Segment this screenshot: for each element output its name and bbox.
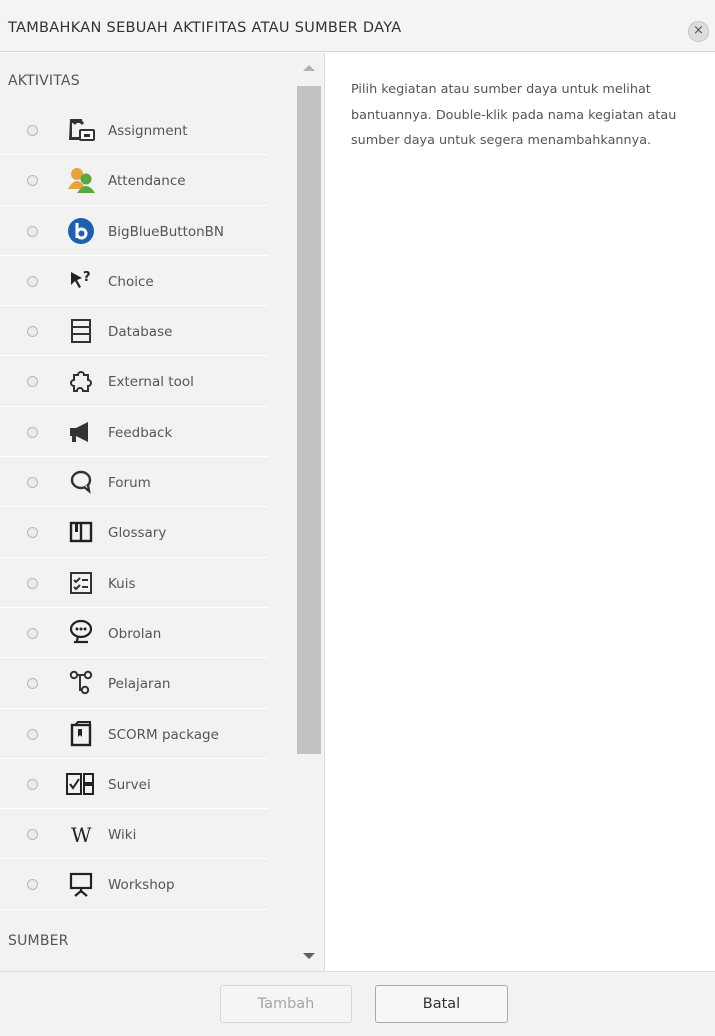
resources-section-label: SUMBER [8,933,69,949]
radio-button[interactable] [27,879,38,891]
module-database[interactable]: Database [0,306,268,357]
radio-button[interactable] [27,527,38,539]
radio-button[interactable] [27,275,38,287]
module-list-scrollbar[interactable] [296,53,322,971]
scroll-thumb[interactable] [297,86,321,754]
attendance-icon [64,165,98,195]
radio-button[interactable] [27,376,38,388]
radio-button[interactable] [27,627,38,639]
cancel-button[interactable]: Batal [375,985,508,1023]
module-label: BigBlueButtonBN [108,223,225,240]
bigbluebutton-icon [64,216,98,246]
module-feedback[interactable]: Feedback [0,407,268,458]
external-tool-icon [64,366,98,396]
database-icon [64,316,98,346]
module-label: Assignment [108,123,188,139]
dialog-title: TAMBAHKAN SEBUAH AKTIFITAS ATAU SUMBER D… [8,20,402,36]
module-chooser-pane: AKTIVITAS Assignment Attendance BigBlueB… [0,53,325,971]
workshop-icon [64,869,98,899]
svg-text:W: W [71,823,92,847]
module-forum[interactable]: Forum [0,457,268,508]
radio-button[interactable] [27,477,38,489]
survey-icon [64,769,98,799]
close-icon[interactable]: × [688,21,709,42]
scorm-icon [64,719,98,749]
lesson-icon [64,668,98,698]
module-label: External tool [108,374,194,391]
activities-section-label: AKTIVITAS [8,73,80,89]
module-assignment[interactable]: Assignment [0,105,268,156]
module-external-tool[interactable]: External tool [0,356,268,407]
radio-button[interactable] [27,125,38,136]
radio-button[interactable] [27,426,38,438]
module-bigbluebuttonbn[interactable]: BigBlueButtonBN [0,206,268,256]
activity-list: Assignment Attendance BigBlueButtonBN ? … [0,105,268,910]
module-pelajaran[interactable]: Pelajaran [0,658,268,709]
module-workshop[interactable]: Workshop [0,859,268,910]
wiki-icon: W [64,819,98,849]
module-label: Feedback [108,424,173,441]
module-label: Obrolan [108,625,162,642]
radio-button[interactable] [27,175,38,187]
radio-button[interactable] [27,678,38,690]
quiz-icon [64,568,98,598]
glossary-icon [64,517,98,547]
choice-icon: ? [64,266,98,296]
radio-button[interactable] [27,728,38,740]
radio-button[interactable] [27,577,38,589]
module-attendance[interactable]: Attendance [0,155,268,206]
assignment-icon [64,115,98,145]
module-label: Survei [108,776,151,793]
module-glossary[interactable]: Glossary [0,507,268,558]
radio-button[interactable] [27,225,38,237]
scroll-up-arrow-icon[interactable] [303,65,315,71]
radio-button[interactable] [27,778,38,790]
module-label: SCORM package [108,726,219,743]
chat-icon [64,618,98,648]
module-label: Pelajaran [108,676,171,693]
module-label: Forum [108,475,151,492]
module-wiki[interactable]: W Wiki [0,809,268,860]
module-kuis[interactable]: Kuis [0,558,268,608]
module-scorm-package[interactable]: SCORM package [0,709,268,759]
feedback-icon [64,417,98,447]
scroll-down-arrow-icon[interactable] [303,953,315,959]
module-label: Database [108,324,173,341]
svg-text:?: ? [83,270,91,285]
forum-icon [64,467,98,497]
module-survei[interactable]: Survei [0,759,268,810]
add-button[interactable]: Tambah [220,985,352,1023]
module-obrolan[interactable]: Obrolan [0,608,268,659]
radio-button[interactable] [27,829,38,841]
module-choice[interactable]: ? Choice [0,256,268,307]
dialog-header: TAMBAHKAN SEBUAH AKTIFITAS ATAU SUMBER D… [0,0,715,52]
radio-button[interactable] [27,326,38,338]
module-label: Attendance [108,173,186,190]
dialog-footer: Tambah Batal [0,971,715,1036]
module-help-text: Pilih kegiatan atau sumber daya untuk me… [351,82,677,148]
module-label: Kuis [108,575,136,592]
module-label: Workshop [108,877,175,894]
module-label: Wiki [108,827,137,844]
module-label: Glossary [108,525,167,542]
module-label: Choice [108,273,154,290]
